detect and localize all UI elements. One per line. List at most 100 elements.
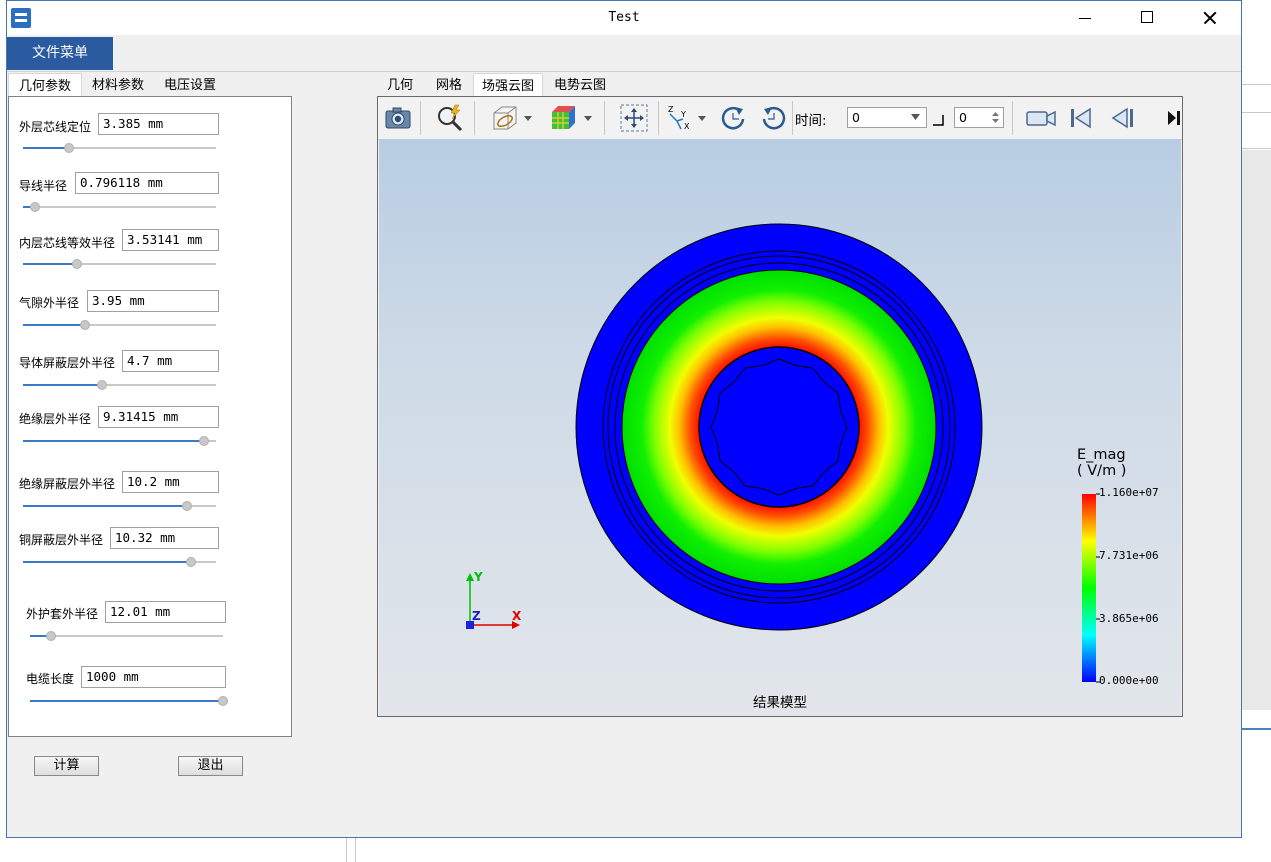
- slider-thumb[interactable]: [79, 320, 90, 330]
- field-label: 气隙外半径: [19, 296, 80, 310]
- step-spinner-value: 0: [959, 110, 967, 125]
- scene-caption: 结果模型: [753, 695, 807, 711]
- slider-thumb[interactable]: [182, 501, 193, 511]
- rotate-right-icon[interactable]: [759, 103, 789, 133]
- slider-thumb[interactable]: [218, 696, 228, 706]
- time-label: 时间:: [795, 113, 827, 129]
- slider-thumb[interactable]: [185, 557, 196, 567]
- field-label: 铜屏蔽层外半径: [19, 533, 104, 547]
- outer-sheath-radius-slider[interactable]: [30, 631, 223, 641]
- axis-orientation-icon[interactable]: Z Y X: [665, 103, 695, 133]
- inner-core-radius-input[interactable]: 3.53141 mm: [122, 229, 219, 251]
- slider-thumb[interactable]: [29, 202, 40, 212]
- slider-thumb[interactable]: [72, 259, 83, 269]
- close-button[interactable]: [1178, 1, 1240, 35]
- calculate-button[interactable]: 计算: [34, 756, 99, 776]
- legend-tick-label: 1.160e+07: [1099, 486, 1159, 499]
- field-label: 绝缘屏蔽层外半径: [19, 477, 116, 491]
- chevron-down-icon: [911, 114, 920, 120]
- viewer-toolbar: Z Y X 时间: 0 0: [378, 97, 1182, 140]
- exit-button[interactable]: 退出: [178, 756, 243, 776]
- clip-box-icon[interactable]: [490, 103, 520, 133]
- svg-text:Z: Z: [668, 105, 674, 114]
- field-contour-plot: Y X Z: [466, 223, 1100, 683]
- inner-core-radius-slider[interactable]: [23, 259, 216, 269]
- air-gap-radius-slider[interactable]: [23, 320, 216, 330]
- tab-field-strength-contour[interactable]: 场强云图: [473, 73, 543, 97]
- rotate-left-icon[interactable]: [718, 103, 748, 133]
- zoom-icon[interactable]: [435, 103, 465, 133]
- field-label: 外层芯线定位: [19, 120, 92, 134]
- slider-thumb[interactable]: [64, 143, 75, 153]
- conductor-shield-radius-slider[interactable]: [23, 380, 216, 390]
- air-gap-radius-input[interactable]: 3.95 mm: [87, 290, 219, 312]
- title-bar: Test: [7, 1, 1241, 35]
- tab-voltage-settings[interactable]: 电压设置: [156, 73, 224, 97]
- step-spinner[interactable]: 0: [954, 107, 1004, 128]
- camera-icon[interactable]: [383, 103, 413, 133]
- field-label: 导线半径: [19, 179, 68, 193]
- previous-frame-icon[interactable]: [1107, 103, 1137, 133]
- axis-x-label: X: [512, 609, 522, 623]
- outer-core-position-slider[interactable]: [23, 143, 216, 153]
- svg-text:X: X: [684, 122, 690, 131]
- wire-radius-input[interactable]: 0.796118 mm: [75, 172, 219, 194]
- time-select-value: 0: [852, 110, 860, 125]
- axis-z-label: Z: [472, 609, 481, 623]
- legend-tick-label: 3.865e+06: [1099, 612, 1159, 625]
- field-label: 导体屏蔽层外半径: [19, 356, 116, 370]
- chevron-down-icon[interactable]: [582, 103, 594, 133]
- legend-tick-label: 7.731e+06: [1099, 549, 1159, 562]
- fit-view-icon[interactable]: [619, 103, 649, 133]
- render-scene[interactable]: Y X Z E_mag ( V/m ) 1.160e+07 7.731e+06 …: [379, 139, 1181, 716]
- main-window: Test 文件菜单 几何参数 材料参数 电压设置 外层芯线定位 3.385 mm…: [6, 0, 1242, 838]
- first-frame-icon[interactable]: [1066, 103, 1096, 133]
- toolbar-overflow-icon[interactable]: [1164, 103, 1182, 133]
- parameter-tabs: 几何参数 材料参数 电压设置: [8, 73, 292, 97]
- menu-bar: 文件菜单: [7, 35, 1241, 72]
- legend-tick-label: 0.000e+00: [1099, 674, 1159, 687]
- tab-geometry[interactable]: 几何: [381, 73, 419, 97]
- slider-thumb[interactable]: [199, 436, 210, 446]
- insulation-shield-radius-input[interactable]: 10.2 mm: [122, 471, 219, 493]
- slider-thumb[interactable]: [97, 380, 108, 390]
- legend-unit: ( V/m ): [1077, 463, 1127, 479]
- axis-y-label: Y: [473, 570, 483, 584]
- field-label: 内层芯线等效半径: [19, 236, 116, 250]
- record-video-icon[interactable]: [1024, 103, 1058, 133]
- copper-shield-radius-input[interactable]: 10.32 mm: [110, 527, 219, 549]
- slider-thumb[interactable]: [46, 631, 57, 641]
- outer-sheath-radius-input[interactable]: 12.01 mm: [105, 601, 226, 623]
- field-label: 外护套外半径: [26, 607, 99, 621]
- wire-radius-slider[interactable]: [23, 202, 216, 212]
- step-corner-icon: [933, 115, 944, 126]
- minimize-button[interactable]: [1054, 1, 1116, 35]
- geometry-params-panel: 外层芯线定位 3.385 mm 导线半径 0.796118 mm 内层芯线等效半…: [8, 96, 292, 737]
- spinner-arrows-icon[interactable]: [992, 111, 999, 124]
- chevron-down-icon[interactable]: [696, 103, 708, 133]
- insulation-radius-slider[interactable]: [23, 436, 216, 446]
- tab-geometry-params[interactable]: 几何参数: [8, 73, 82, 97]
- conductor-shield-radius-input[interactable]: 4.7 mm: [122, 350, 219, 372]
- cable-length-slider[interactable]: [30, 696, 228, 706]
- legend-title: E_mag: [1077, 447, 1126, 463]
- color-cube-icon[interactable]: [548, 103, 578, 133]
- cable-length-input[interactable]: 1000 mm: [81, 666, 226, 688]
- desktop-background-bottom: [0, 838, 1271, 862]
- field-label: 电缆长度: [26, 672, 75, 686]
- result-viewer: Z Y X 时间: 0 0 Y X Z E_mag (V/m) 1.160e…: [377, 96, 1183, 717]
- chevron-down-icon[interactable]: [522, 103, 534, 133]
- copper-shield-radius-slider[interactable]: [23, 557, 216, 567]
- time-select[interactable]: 0: [847, 107, 927, 128]
- insulation-radius-input[interactable]: 9.31415 mm: [98, 406, 219, 428]
- file-menu-button[interactable]: 文件菜单: [7, 37, 113, 70]
- tab-potential-contour[interactable]: 电势云图: [547, 73, 613, 97]
- desktop-background-right: [1242, 0, 1271, 862]
- svg-text:Y: Y: [680, 110, 686, 119]
- insulation-shield-radius-slider[interactable]: [23, 501, 216, 511]
- legend-color-bar: [1082, 494, 1096, 682]
- maximize-button[interactable]: [1116, 1, 1178, 35]
- tab-mesh[interactable]: 网格: [429, 73, 469, 97]
- outer-core-position-input[interactable]: 3.385 mm: [98, 113, 219, 135]
- tab-material-params[interactable]: 材料参数: [84, 73, 152, 97]
